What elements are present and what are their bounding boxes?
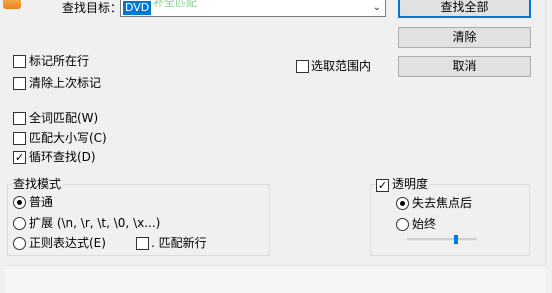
cancel-button[interactable]: 取消 bbox=[398, 56, 531, 77]
autocomplete-ghost-text: 补全匹配 bbox=[153, 0, 197, 9]
always-label: 始终 bbox=[412, 217, 437, 231]
mode-extended-radio[interactable] bbox=[13, 217, 26, 230]
find-target-input[interactable]: DVD bbox=[123, 1, 152, 15]
on-lose-focus-label: 失去焦点后 bbox=[412, 196, 473, 210]
transparency-slider[interactable] bbox=[407, 238, 477, 241]
clear-last-marks-checkbox[interactable] bbox=[13, 77, 26, 90]
search-mode-title: 查找模式 bbox=[11, 177, 64, 191]
transparency-checkbox[interactable]: ✓ bbox=[376, 179, 389, 192]
chevron-down-icon[interactable]: ⌄ bbox=[369, 0, 385, 16]
clear-button[interactable]: 清除 bbox=[398, 27, 531, 48]
whole-word-label: 全词匹配(W) bbox=[29, 111, 99, 125]
dot-newline-label: . 匹配新行 bbox=[151, 236, 207, 250]
wrap-around-label: 循环查找(D) bbox=[29, 150, 96, 164]
in-selection-label: 选取范围内 bbox=[311, 59, 372, 73]
match-case-checkbox[interactable] bbox=[13, 132, 26, 145]
always-radio[interactable] bbox=[396, 218, 409, 231]
whole-word-checkbox[interactable] bbox=[13, 112, 26, 125]
mode-regex-label: 正则表达式(E) bbox=[29, 236, 106, 250]
mark-line-checkbox[interactable] bbox=[13, 55, 26, 68]
transparency-title: 透明度 bbox=[390, 177, 431, 191]
dot-newline-checkbox[interactable] bbox=[136, 237, 149, 250]
wrap-around-checkbox[interactable]: ✓ bbox=[13, 151, 26, 164]
find-target-combobox[interactable]: DVD 补全匹配 ⌄ bbox=[120, 0, 386, 17]
mode-normal-radio[interactable] bbox=[13, 196, 26, 209]
in-selection-checkbox[interactable] bbox=[296, 60, 309, 73]
find-all-button[interactable]: 查找全部 bbox=[398, 0, 531, 18]
clear-last-marks-label: 清除上次标记 bbox=[29, 76, 102, 90]
match-case-label: 匹配大小写(C) bbox=[29, 131, 107, 145]
find-target-label: 查找目标： bbox=[62, 1, 123, 15]
on-lose-focus-radio[interactable] bbox=[396, 197, 409, 210]
right-divider bbox=[545, 0, 546, 265]
mode-extended-label: 扩展 (\n, \r, \t, \0, \x...) bbox=[29, 216, 161, 230]
app-icon bbox=[3, 0, 21, 9]
mode-regex-radio[interactable] bbox=[13, 237, 26, 250]
status-bar bbox=[5, 265, 546, 293]
transparency-slider-thumb[interactable] bbox=[454, 235, 458, 244]
mode-normal-label: 普通 bbox=[29, 195, 54, 209]
mark-line-label: 标记所在行 bbox=[29, 54, 90, 68]
